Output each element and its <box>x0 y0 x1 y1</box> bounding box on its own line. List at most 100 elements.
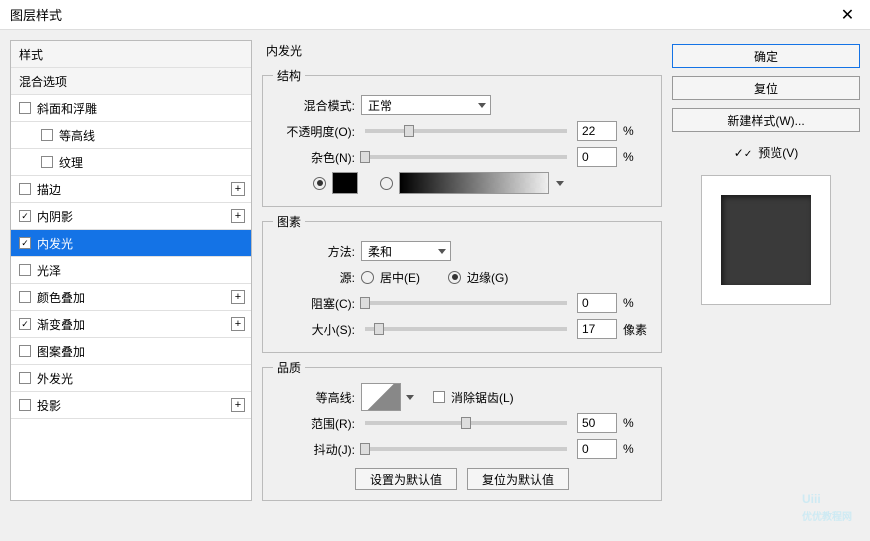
technique-dropdown[interactable]: 柔和 <box>361 241 451 261</box>
slider-thumb-icon[interactable] <box>360 151 370 163</box>
slider-thumb-icon[interactable] <box>374 323 384 335</box>
titlebar: 图层样式 ✕ <box>0 0 870 30</box>
structure-legend: 结构 <box>273 67 305 84</box>
watermark: Uiii 优优教程网 <box>802 490 852 523</box>
color-radio[interactable] <box>313 177 326 190</box>
slider-thumb-icon[interactable] <box>461 417 471 429</box>
checkbox-icon[interactable]: ✓ <box>19 237 31 249</box>
unit-label: 像素 <box>623 321 651 338</box>
list-item-color-overlay[interactable]: 颜色叠加+ <box>11 284 251 311</box>
color-swatch[interactable] <box>332 172 358 194</box>
blend-mode-dropdown[interactable]: 正常 <box>361 95 491 115</box>
checkbox-icon[interactable] <box>41 156 53 168</box>
noise-input[interactable]: 0 <box>577 147 617 167</box>
effects-list: 样式 混合选项 斜面和浮雕 等高线 纹理 描边+ ✓内阴影+ ✓内发光 光泽 颜… <box>10 40 252 501</box>
list-item-inner-glow[interactable]: ✓内发光 <box>11 230 251 257</box>
quality-legend: 品质 <box>273 359 305 376</box>
unit-label: % <box>623 150 651 164</box>
contour-picker[interactable] <box>361 383 401 411</box>
size-input[interactable]: 17 <box>577 319 617 339</box>
plus-icon[interactable]: + <box>231 182 245 196</box>
elements-legend: 图素 <box>273 213 305 230</box>
contour-label: 等高线: <box>273 389 355 406</box>
list-item-satin[interactable]: 光泽 <box>11 257 251 284</box>
checkbox-icon[interactable] <box>19 291 31 303</box>
checkbox-icon[interactable]: ✓ <box>19 318 31 330</box>
elements-group: 图素 方法: 柔和 源: 居中(E) 边缘(G) 阻塞(C): 0 % 大小(S… <box>262 213 662 353</box>
checkbox-icon[interactable] <box>19 372 31 384</box>
preview-checkbox[interactable]: ✓ <box>734 146 752 160</box>
chevron-down-icon <box>438 249 446 254</box>
source-center-label: 居中(E) <box>380 269 420 286</box>
opacity-slider[interactable] <box>365 129 567 133</box>
list-item-drop-shadow[interactable]: 投影+ <box>11 392 251 419</box>
technique-label: 方法: <box>273 243 355 260</box>
list-item-blend-options[interactable]: 混合选项 <box>11 68 251 95</box>
close-icon[interactable]: ✕ <box>825 0 870 30</box>
window-title: 图层样式 <box>10 5 62 24</box>
list-item-stroke[interactable]: 描边+ <box>11 176 251 203</box>
list-item-inner-shadow[interactable]: ✓内阴影+ <box>11 203 251 230</box>
gradient-picker[interactable] <box>399 172 549 194</box>
checkbox-icon[interactable] <box>19 399 31 411</box>
range-label: 范围(R): <box>273 415 355 432</box>
list-item-bevel[interactable]: 斜面和浮雕 <box>11 95 251 122</box>
plus-icon[interactable]: + <box>231 290 245 304</box>
list-item-pattern-overlay[interactable]: 图案叠加 <box>11 338 251 365</box>
blend-mode-label: 混合模式: <box>273 97 355 114</box>
list-item-texture[interactable]: 纹理 <box>11 149 251 176</box>
slider-thumb-icon[interactable] <box>360 443 370 455</box>
checkbox-icon[interactable] <box>19 264 31 276</box>
chevron-down-icon <box>406 395 414 400</box>
reset-default-button[interactable]: 复位为默认值 <box>467 468 569 490</box>
choke-input[interactable]: 0 <box>577 293 617 313</box>
checkbox-icon[interactable] <box>19 345 31 357</box>
list-header-styles[interactable]: 样式 <box>11 41 251 68</box>
slider-thumb-icon[interactable] <box>404 125 414 137</box>
noise-slider[interactable] <box>365 155 567 159</box>
antialias-label: 消除锯齿(L) <box>451 389 514 406</box>
source-edge-radio[interactable] <box>448 271 461 284</box>
list-item-contour[interactable]: 等高线 <box>11 122 251 149</box>
structure-group: 结构 混合模式: 正常 不透明度(O): 22 % 杂色(N): 0 % <box>262 67 662 207</box>
make-default-button[interactable]: 设置为默认值 <box>355 468 457 490</box>
plus-icon[interactable]: + <box>231 317 245 331</box>
source-center-radio[interactable] <box>361 271 374 284</box>
source-edge-label: 边缘(G) <box>467 269 508 286</box>
unit-label: % <box>623 296 651 310</box>
gradient-radio[interactable] <box>380 177 393 190</box>
preview-label: 预览(V) <box>758 144 798 161</box>
source-label: 源: <box>273 269 355 286</box>
unit-label: % <box>623 442 651 456</box>
ok-button[interactable]: 确定 <box>672 44 860 68</box>
slider-thumb-icon[interactable] <box>360 297 370 309</box>
noise-label: 杂色(N): <box>273 149 355 166</box>
checkbox-icon[interactable] <box>19 102 31 114</box>
size-label: 大小(S): <box>273 321 355 338</box>
panel-title: 内发光 <box>262 40 662 61</box>
settings-panel: 内发光 结构 混合模式: 正常 不透明度(O): 22 % 杂色(N): 0 % <box>262 40 662 501</box>
range-input[interactable]: 50 <box>577 413 617 433</box>
unit-label: % <box>623 416 651 430</box>
cancel-button[interactable]: 复位 <box>672 76 860 100</box>
checkbox-icon[interactable] <box>41 129 53 141</box>
list-item-outer-glow[interactable]: 外发光 <box>11 365 251 392</box>
jitter-input[interactable]: 0 <box>577 439 617 459</box>
checkbox-icon[interactable]: ✓ <box>19 210 31 222</box>
size-slider[interactable] <box>365 327 567 331</box>
antialias-checkbox[interactable] <box>433 391 445 403</box>
plus-icon[interactable]: + <box>231 209 245 223</box>
list-item-gradient-overlay[interactable]: ✓渐变叠加+ <box>11 311 251 338</box>
opacity-input[interactable]: 22 <box>577 121 617 141</box>
chevron-down-icon <box>556 181 564 186</box>
quality-group: 品质 等高线: 消除锯齿(L) 范围(R): 50 % 抖动(J): 0 % <box>262 359 662 501</box>
checkbox-icon[interactable] <box>19 183 31 195</box>
jitter-slider[interactable] <box>365 447 567 451</box>
new-style-button[interactable]: 新建样式(W)... <box>672 108 860 132</box>
choke-slider[interactable] <box>365 301 567 305</box>
chevron-down-icon <box>478 103 486 108</box>
unit-label: % <box>623 124 651 138</box>
plus-icon[interactable]: + <box>231 398 245 412</box>
preview-box <box>701 175 831 305</box>
range-slider[interactable] <box>365 421 567 425</box>
